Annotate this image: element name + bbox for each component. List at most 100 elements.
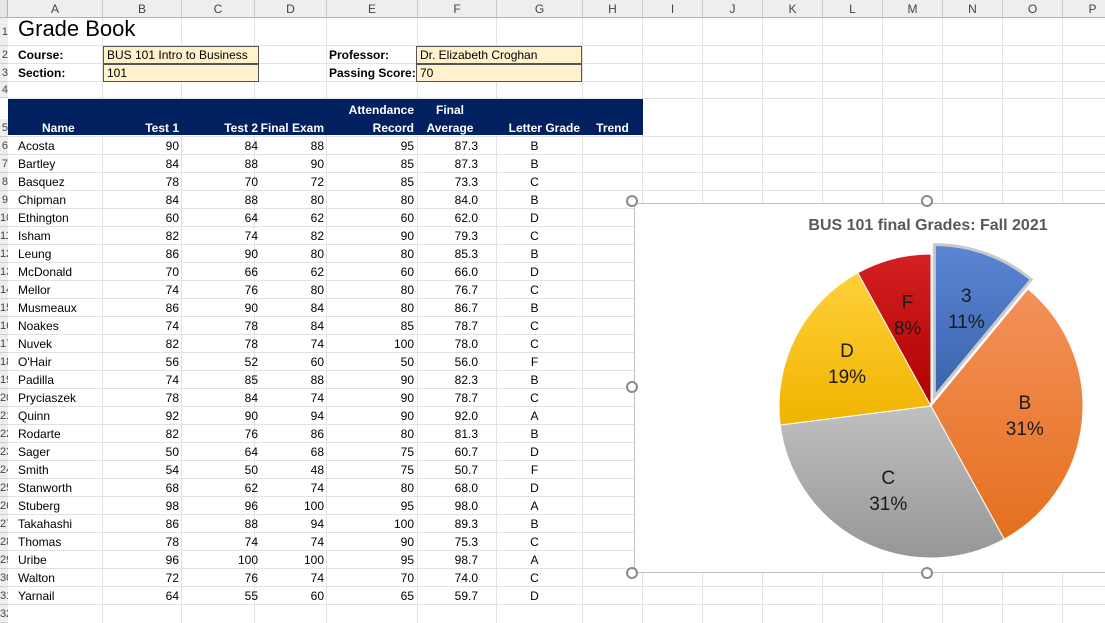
cell-final-exam[interactable]: 72 (255, 173, 326, 191)
cell-final-average[interactable]: 78.0 (418, 335, 480, 353)
cell-name[interactable]: Takahashi (16, 515, 102, 533)
cell-attendance[interactable]: 75 (327, 461, 416, 479)
row-header[interactable]: 16 (0, 317, 8, 335)
cell-test2[interactable]: 90 (182, 245, 260, 263)
cell-letter-grade[interactable]: B (497, 371, 572, 389)
cell-test2[interactable]: 100 (182, 551, 260, 569)
cell-name[interactable]: Stanworth (16, 479, 102, 497)
passing-score-label[interactable]: Passing Score: (327, 64, 415, 82)
row-header[interactable]: 24 (0, 461, 8, 479)
cell-test2[interactable]: 74 (182, 227, 260, 245)
cell-final-average[interactable]: 98.0 (418, 497, 480, 515)
cell-final-exam[interactable]: 74 (255, 533, 326, 551)
cell-letter-grade[interactable]: C (497, 533, 572, 551)
cell-test2[interactable]: 76 (182, 281, 260, 299)
cell-test1[interactable]: 86 (103, 245, 181, 263)
column-header[interactable]: J (703, 0, 763, 18)
row-header[interactable]: 26 (0, 497, 8, 515)
column-header[interactable]: O (1003, 0, 1063, 18)
cell-letter-grade[interactable]: D (497, 443, 572, 461)
cell-final-average[interactable]: 92.0 (418, 407, 480, 425)
cell-test2[interactable]: 88 (182, 155, 260, 173)
cell-attendance[interactable]: 100 (327, 515, 416, 533)
chart-resize-handle-bottom[interactable] (921, 567, 933, 579)
column-header[interactable]: D (255, 0, 327, 18)
cell-test2[interactable]: 76 (182, 425, 260, 443)
cell-test2[interactable]: 76 (182, 569, 260, 587)
row-header[interactable]: 2 (0, 46, 8, 64)
cell-name[interactable]: Musmeaux (16, 299, 102, 317)
row-header[interactable]: 10 (0, 209, 8, 227)
cell-attendance[interactable]: 50 (327, 353, 416, 371)
cell-test2[interactable]: 90 (182, 299, 260, 317)
cell-final-exam[interactable]: 62 (255, 263, 326, 281)
cell-attendance[interactable]: 85 (327, 317, 416, 335)
cell-final-average[interactable]: 60.7 (418, 443, 480, 461)
cell-name[interactable]: Quinn (16, 407, 102, 425)
cell-final-exam[interactable]: 48 (255, 461, 326, 479)
cell-attendance[interactable]: 90 (327, 389, 416, 407)
cell-final-exam[interactable]: 84 (255, 317, 326, 335)
cell-test1[interactable]: 90 (103, 137, 181, 155)
cell-final-exam[interactable]: 74 (255, 389, 326, 407)
cell-letter-grade[interactable]: B (497, 299, 572, 317)
cell-letter-grade[interactable]: B (497, 155, 572, 173)
header-test2[interactable]: Test 2 (182, 119, 260, 137)
cell-test2[interactable]: 66 (182, 263, 260, 281)
cell-test2[interactable]: 64 (182, 443, 260, 461)
header-attendance-line1[interactable]: Attendance (327, 101, 416, 119)
cell-test1[interactable]: 74 (103, 281, 181, 299)
row-header[interactable]: 4 (0, 82, 8, 98)
cell-letter-grade[interactable]: C (497, 173, 572, 191)
column-header[interactable]: F (418, 0, 497, 18)
cell-final-average[interactable]: 86.7 (418, 299, 480, 317)
row-header[interactable]: 6 (0, 137, 8, 155)
cell-test1[interactable]: 84 (103, 155, 181, 173)
cell-test1[interactable]: 64 (103, 587, 181, 605)
cell-test1[interactable]: 54 (103, 461, 181, 479)
course-field[interactable]: BUS 101 Intro to Business (103, 46, 259, 64)
header-attendance-line2[interactable]: Record (327, 119, 416, 137)
header-name[interactable]: Name (42, 119, 75, 137)
cell-test1[interactable]: 68 (103, 479, 181, 497)
header-final-average-line2[interactable]: Average (418, 119, 482, 137)
row-header[interactable]: 5 (0, 119, 8, 137)
cell-final-average[interactable]: 75.3 (418, 533, 480, 551)
cell-attendance[interactable]: 75 (327, 443, 416, 461)
cell-letter-grade[interactable]: D (497, 587, 572, 605)
cell-test2[interactable]: 62 (182, 479, 260, 497)
column-header[interactable]: H (583, 0, 643, 18)
pie-chart[interactable]: BUS 101 final Grades: Fall 2021 3 11% B 31%… (634, 203, 1105, 573)
cell-test2[interactable]: 78 (182, 317, 260, 335)
column-header[interactable]: M (883, 0, 943, 18)
cell-final-average[interactable]: 59.7 (418, 587, 480, 605)
cell-letter-grade[interactable]: D (497, 263, 572, 281)
cell-test1[interactable]: 82 (103, 335, 181, 353)
cell-attendance[interactable]: 90 (327, 227, 416, 245)
header-test1[interactable]: Test 1 (103, 119, 181, 137)
cell-test2[interactable]: 78 (182, 335, 260, 353)
cell-attendance[interactable]: 80 (327, 479, 416, 497)
row-header[interactable]: 20 (0, 389, 8, 407)
cell-attendance[interactable]: 100 (327, 335, 416, 353)
cell-final-exam[interactable]: 60 (255, 353, 326, 371)
row-header[interactable]: 3 (0, 64, 8, 82)
cell-attendance[interactable]: 90 (327, 371, 416, 389)
header-final-average-line1[interactable]: Final (418, 101, 482, 119)
professor-label[interactable]: Professor: (327, 46, 415, 64)
cell-final-average[interactable]: 62.0 (418, 209, 480, 227)
cell-test2[interactable]: 84 (182, 389, 260, 407)
cell-attendance[interactable]: 95 (327, 551, 416, 569)
cell-test2[interactable]: 50 (182, 461, 260, 479)
row-header[interactable]: 12 (0, 245, 8, 263)
cell-letter-grade[interactable]: C (497, 569, 572, 587)
cell-final-average[interactable]: 98.7 (418, 551, 480, 569)
passing-score-field[interactable]: 70 (416, 64, 582, 82)
cell-name[interactable]: Leung (16, 245, 102, 263)
cell-test1[interactable]: 98 (103, 497, 181, 515)
cell-test2[interactable]: 64 (182, 209, 260, 227)
cell-name[interactable]: Isham (16, 227, 102, 245)
cell-final-exam[interactable]: 88 (255, 137, 326, 155)
column-header[interactable]: C (182, 0, 255, 18)
cell-test2[interactable]: 74 (182, 533, 260, 551)
